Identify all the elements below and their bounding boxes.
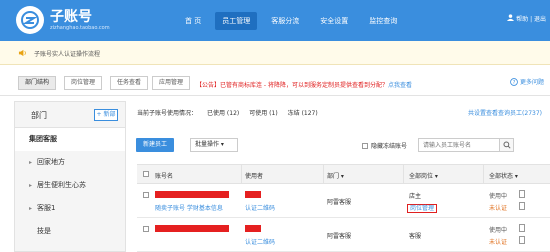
nav-security[interactable]: 安全设置 xyxy=(313,12,355,30)
user-qrcode-link[interactable]: 认证二维码 xyxy=(245,237,275,246)
user-qrcode-link[interactable]: 认证二维码 xyxy=(245,203,275,212)
add-department-button[interactable]: + 新部 xyxy=(94,109,118,121)
more-icon[interactable] xyxy=(519,236,525,244)
search-button[interactable] xyxy=(500,138,514,152)
column-department[interactable]: 部门 ▾ xyxy=(327,171,344,180)
logo[interactable]: 子账号 zizhanghao.taobao.com xyxy=(16,6,110,34)
post-management-link-text[interactable]: 岗位管理 xyxy=(407,204,438,213)
sub-tab-bar: 部门结构 岗位管理 任务查看 应用管理 【公告】已管有商标库连 - 将降降，可以… xyxy=(0,70,550,96)
account-usage-stats: 当前子账号使用情况： 已使用 (12) 可使用 (1) 冻结 (127) xyxy=(137,108,318,117)
column-user: 使用者 xyxy=(245,173,264,180)
row-checkbox[interactable] xyxy=(143,226,149,232)
employee-search-input[interactable] xyxy=(418,138,500,152)
notice-bar: 子账号实人认证操作流程 xyxy=(0,41,550,65)
nav-home[interactable]: 首 页 xyxy=(178,12,208,30)
column-status[interactable]: 全部状态 ▾ xyxy=(489,171,518,180)
sidebar-item-label: 集团客服 xyxy=(29,135,57,143)
select-all-checkbox[interactable] xyxy=(143,171,149,177)
stats-frozen: 冻结 (127) xyxy=(287,110,318,117)
account-sub-link[interactable]: 随卖子账号 学财基本信息 xyxy=(155,203,223,212)
sidebar-item-label: 客服1 xyxy=(37,204,56,212)
stats-used: 已使用 (12) xyxy=(207,110,240,117)
column-post[interactable]: 全部岗位 ▾ xyxy=(409,171,438,180)
stats-label: 当前子账号使用情况： xyxy=(137,110,198,117)
edit-icon[interactable] xyxy=(519,224,525,232)
sidebar-item-label: 回家地方 xyxy=(37,158,65,166)
edit-icon[interactable] xyxy=(519,190,525,198)
caret-right-icon[interactable]: ▸ xyxy=(29,174,37,197)
help-label[interactable]: 更多问题 xyxy=(520,77,544,86)
announcement-text: 已管有商标库连 - 将降降，可以到服务定制员提供查看到分配？ xyxy=(220,82,388,89)
tab-task-view[interactable]: 任务查看 xyxy=(110,76,148,90)
logo-title: 子账号 xyxy=(50,8,92,25)
search-icon xyxy=(502,141,511,149)
sidebar-item-group-cs[interactable]: 集团客服 xyxy=(15,128,125,151)
department-value: 阿雷客服 xyxy=(327,199,352,206)
sidebar-item-dept-1[interactable]: ▸ 回家地方 xyxy=(15,151,125,174)
department-sidebar: 部门 + 新部 集团客服 ▸ 回家地方 ▸ 居生便利生心苏 ▸ 客服1 技是 xyxy=(14,101,126,252)
auth-status: 未认证 xyxy=(489,239,508,246)
sidebar-title: 部门 xyxy=(31,111,47,120)
sidebar-item-label: 技是 xyxy=(37,227,51,235)
batch-operations-dropdown[interactable]: 批量操作 ▾ xyxy=(190,138,238,152)
table-row: 随卖子账号 学财基本信息 认证二维码 阿雷客服 店主 岗位管理 使用中 未认证 xyxy=(137,184,550,218)
header-right-text[interactable]: 帮助 | 退出 xyxy=(516,14,546,23)
speaker-icon xyxy=(18,49,26,57)
post-value: 店主 xyxy=(409,193,422,200)
tab-department-structure[interactable]: 部门结构 xyxy=(18,76,56,90)
table-header: 账号名 使用者 部门 ▾ 全部岗位 ▾ 全部状态 ▾ xyxy=(137,164,550,184)
column-account: 账号名 xyxy=(155,173,174,180)
new-employee-button[interactable]: 新建员工 xyxy=(136,138,174,152)
stats-available: 可使用 (1) xyxy=(249,110,278,117)
announcement-prefix: 【公告】 xyxy=(196,82,221,89)
main-nav: 首 页 员工管理 客服分流 安全设置 监控查询 xyxy=(178,12,411,30)
announcement: 【公告】已管有商标库连 - 将降降，可以到服务定制员提供查看到分配？点我查看 xyxy=(196,80,412,89)
logo-icon xyxy=(16,6,44,34)
auth-status: 未认证 xyxy=(489,205,508,212)
tab-post-management[interactable]: 岗位管理 xyxy=(64,76,102,90)
notice-link[interactable]: 子账号实人认证操作流程 xyxy=(34,49,100,58)
hide-frozen-label: 隐藏冻结账号 xyxy=(371,143,408,150)
user-name-redacted xyxy=(245,225,261,234)
table-row: 认证二维码 阿雷客服 客服 使用中 未认证 xyxy=(137,218,550,252)
top-header: 子账号 zizhanghao.taobao.com 首 页 员工管理 客服分流 … xyxy=(0,0,550,41)
nav-customer-service[interactable]: 客服分流 xyxy=(264,12,306,30)
hide-frozen-toggle[interactable]: 隐藏冻结账号 xyxy=(362,141,407,150)
logo-subtitle: zizhanghao.taobao.com xyxy=(50,24,110,31)
header-right-links[interactable]: 帮助 | 退出 xyxy=(507,14,546,23)
status-value: 使用中 xyxy=(489,193,508,200)
tab-app-management[interactable]: 应用管理 xyxy=(152,76,190,90)
nav-monitor[interactable]: 监控查询 xyxy=(362,12,404,30)
employee-table: 账号名 使用者 部门 ▾ 全部岗位 ▾ 全部状态 ▾ 随卖子账号 学财基本信息 … xyxy=(137,164,550,252)
account-name-redacted xyxy=(155,225,229,234)
sidebar-item-dept-3[interactable]: ▸ 客服1 xyxy=(15,197,125,220)
sidebar-item-dept-2[interactable]: ▸ 居生便利生心苏 xyxy=(15,174,125,197)
department-value: 阿雷客服 xyxy=(327,233,352,240)
sidebar-item-label: 居生便利生心苏 xyxy=(37,181,86,189)
nav-employee-management[interactable]: 员工管理 xyxy=(215,12,258,30)
user-icon xyxy=(507,14,515,23)
post-management-link[interactable]: 岗位管理 xyxy=(407,203,438,213)
row-checkbox[interactable] xyxy=(143,192,149,198)
help-link[interactable]: ? 更多问题 xyxy=(510,77,544,86)
view-all-employees-link[interactable]: 共设置查看查询员工(2737) xyxy=(468,108,542,117)
caret-right-icon[interactable]: ▸ xyxy=(29,151,37,174)
caret-right-icon[interactable]: ▸ xyxy=(29,197,37,220)
sidebar-item-dept-4[interactable]: 技是 xyxy=(15,220,125,243)
hide-frozen-checkbox[interactable] xyxy=(362,142,368,149)
account-name-redacted xyxy=(155,191,229,200)
post-value: 客服 xyxy=(409,233,422,240)
user-name-redacted xyxy=(245,191,261,200)
status-value: 使用中 xyxy=(489,227,508,234)
announcement-link[interactable]: 点我查看 xyxy=(388,82,412,89)
more-icon[interactable] xyxy=(519,202,525,210)
help-icon: ? xyxy=(510,77,518,86)
